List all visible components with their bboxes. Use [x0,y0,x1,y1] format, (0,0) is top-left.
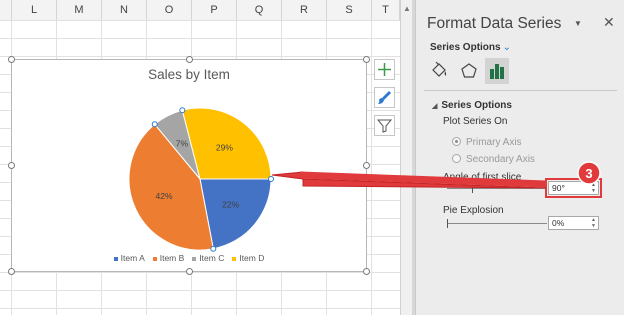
effects-tab[interactable] [457,58,481,84]
resize-handle-top-left[interactable] [8,56,15,63]
fill-line-tab[interactable] [427,58,451,84]
spinner-arrows-icon[interactable]: ▲ ▼ [591,182,596,194]
pane-title: Format Data Series [427,15,562,32]
chart-styles-button[interactable] [374,87,395,108]
legend-label: Item D [239,253,265,263]
angle-slider-thumb[interactable] [472,184,473,193]
legend-swatch [232,256,237,261]
series-options-tab[interactable] [485,58,509,84]
series-selection-handle[interactable] [268,176,274,182]
filter-icon [376,119,393,133]
legend-label: Item B [159,253,185,263]
series-selection-handle[interactable] [179,107,186,114]
series-options-dropdown[interactable]: Series Options ⌄ [430,42,511,53]
data-label[interactable]: 22% [222,199,239,209]
chart-elements-button[interactable] [374,59,395,80]
chevron-down-icon: ⌄ [502,42,511,53]
legend-swatch [113,256,118,261]
legend-swatch [152,256,157,261]
radio-unselected-icon [452,154,461,163]
pie-explosion-label: Pie Explosion [443,205,504,216]
collapse-triangle-icon: ◢ [432,103,438,110]
legend-item[interactable]: Item C [192,253,224,263]
series-selection-handle[interactable] [151,121,158,128]
close-icon[interactable]: ✕ [603,14,615,31]
series-options-section-header[interactable]: ◢ Series Options [432,100,512,111]
paintbrush-icon [378,91,391,104]
data-label[interactable]: 7% [176,139,189,149]
angle-of-first-slice-label: Angle of first slice [443,172,522,183]
legend-swatch [192,256,197,261]
primary-axis-label: Primary Axis [466,137,522,148]
radio-selected-icon [452,137,461,146]
pie-chart[interactable]: Sales by Item 22% 42% 7% 29% Item A Item B It… [8,56,370,275]
pie-plot-area[interactable]: 22% 42% 7% 29% [12,60,366,271]
resize-handle-bottom-right[interactable] [363,268,370,275]
paint-bucket-icon [432,61,447,77]
explosion-slider-thumb[interactable] [447,219,448,228]
spinner-arrows-icon[interactable]: ▲ ▼ [591,217,596,229]
resize-handle-top-right[interactable] [363,56,370,63]
secondary-axis-radio[interactable]: Secondary Axis [452,154,535,165]
resize-handle-top[interactable] [186,56,193,63]
series-options-dropdown-label: Series Options [430,42,501,53]
column-header-p[interactable]: P [192,0,237,20]
plus-icon [378,63,391,76]
format-data-series-pane: Format Data Series ▼ ✕ Series Options ⌄ ◢… [415,0,624,315]
column-header-partial [0,0,12,20]
column-header-m[interactable]: M [57,0,102,20]
column-header-t[interactable]: T [372,0,400,20]
column-header-row: L M N O P Q R S T [0,0,400,21]
column-header-r[interactable]: R [282,0,327,20]
scroll-up-icon[interactable]: ▲ [403,4,411,13]
legend-item[interactable]: Item A [113,253,145,263]
legend-label: Item A [120,253,145,263]
column-header-n[interactable]: N [102,0,147,20]
legend-item[interactable]: Item D [232,253,264,263]
series-options-section-title: Series Options [441,100,512,111]
column-header-o[interactable]: O [147,0,192,20]
chart-filters-button[interactable] [374,115,395,136]
column-header-q[interactable]: Q [237,0,282,20]
pie-explosion-input[interactable]: 0% ▲ ▼ [548,216,599,230]
resize-handle-right[interactable] [363,162,370,169]
angle-slider-track[interactable] [447,188,547,189]
legend-label: Item C [199,253,225,263]
angle-value: 90° [552,183,565,193]
angle-of-first-slice-input[interactable]: 90° ▲ ▼ [545,178,602,198]
data-label[interactable]: 29% [216,143,233,153]
resize-handle-bottom-left[interactable] [8,268,15,275]
column-header-l[interactable]: L [12,0,57,20]
bar-chart-icon [490,64,504,79]
plot-series-on-label: Plot Series On [443,116,508,127]
explosion-slider-track[interactable] [447,223,547,224]
pane-divider-line [424,90,617,91]
resize-handle-left[interactable] [8,162,15,169]
pane-options-chevron-icon[interactable]: ▼ [574,19,582,28]
explosion-value: 0% [552,218,565,228]
data-label[interactable]: 42% [156,191,173,201]
column-header-s[interactable]: S [327,0,372,20]
secondary-axis-label: Secondary Axis [466,154,535,165]
series-selection-handle[interactable] [210,245,217,252]
primary-axis-radio[interactable]: Primary Axis [452,137,522,148]
chart-legend[interactable]: Item A Item B Item C Item D [12,253,366,263]
legend-item[interactable]: Item B [152,253,185,263]
resize-handle-bottom[interactable] [186,268,193,275]
pentagon-icon [461,63,477,78]
